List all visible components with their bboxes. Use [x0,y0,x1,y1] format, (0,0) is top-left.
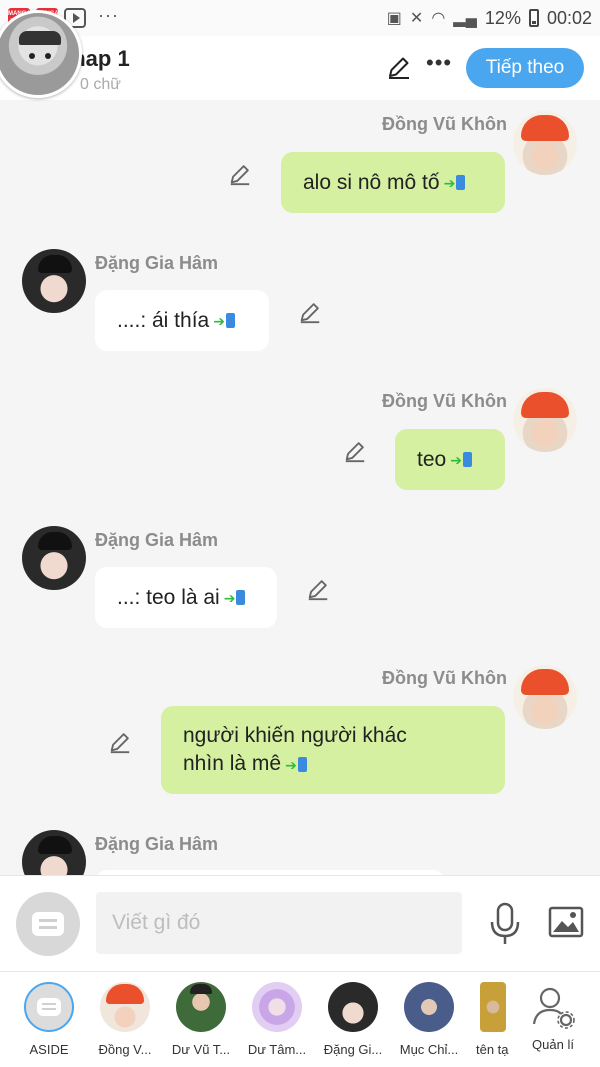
character-label: tên tạ [476,1042,509,1057]
manage-user-icon [532,987,575,1029]
character-label: Đặng Gi... [323,1042,383,1057]
avatar-dang-gia-ham[interactable] [22,526,86,590]
character-label: Quản lí [532,1037,574,1052]
arrow-phone-emoji: ➔ [450,446,472,474]
character-avatar [24,982,74,1032]
message-bubble[interactable]: ...: teo là ai ➔ [95,567,277,628]
character-avatar [328,982,378,1032]
sender-name: Đồng Vũ Khôn [382,668,507,688]
arrow-phone-emoji: ➔ [285,751,307,779]
character-avatar [480,982,506,1032]
message-text: ....: ái thía [117,308,210,332]
arrow-phone-emoji: ➔ [213,307,235,335]
sender-name: Đặng Gia Hâm [95,530,219,550]
pencil-icon[interactable] [108,730,132,754]
message-bubble[interactable]: người khiến người khác nhìn là mê ➔ [161,706,505,794]
word-count: 0 chữ [80,76,121,93]
wifi-icon: ◠ [431,10,446,27]
compose-icon [32,912,64,936]
system-status: ▣ ✕ ◠ ▂▄ 12% 00:02 [387,8,592,29]
character-label: Dư Tâm... [247,1042,307,1057]
manage-characters-button[interactable]: Quản lí [518,982,588,1052]
pencil-icon[interactable] [228,162,252,186]
compose-mode-button[interactable] [16,892,80,956]
character-avatar [252,982,302,1032]
pencil-icon[interactable] [298,300,322,324]
message-text-line: nhìn là mê [183,751,282,775]
character-item[interactable]: Dư Vũ T... [166,982,236,1057]
message-bubble[interactable]: teo ➔ [395,429,505,490]
battery-icon [528,9,539,27]
avatar-dong-vu-khon[interactable] [513,388,577,452]
character-label: ASIDE [29,1042,69,1057]
character-avatar [176,982,226,1032]
signal-icon: ▂▄ [453,10,477,27]
sender-name: Đồng Vũ Khôn [382,391,507,411]
battery-percent: 12% [484,7,521,28]
avatar-dang-gia-ham[interactable] [22,830,86,875]
message-text: teo [417,447,447,471]
character-item[interactable]: Mục Chỉ... [394,982,464,1057]
message-text: alo si nô mô tố [303,170,440,194]
message-text-line: người khiến người khác [183,723,407,747]
character-avatar [100,982,150,1032]
compose-bar [0,875,600,971]
chat-area[interactable]: Đồng Vũ Khôn alo si nô mô tố ➔ Đặng Gia … [0,100,600,875]
pencil-icon[interactable] [306,577,330,601]
character-label: Dư Vũ T... [171,1042,231,1057]
sender-name: Đồng Vũ Khôn [382,114,507,134]
compose-icon [37,998,61,1016]
battery-saver-icon: ▣ [386,10,402,27]
character-aside[interactable]: ASIDE [14,982,84,1057]
chapter-header: chap 1 0 chữ ••• Tiếp theo [0,36,600,100]
message-input[interactable] [96,892,462,954]
character-item[interactable]: Đặng Gi... [318,982,388,1057]
character-label: Đồng V... [98,1042,152,1057]
more-icon[interactable]: ••• [426,50,452,76]
message-text: ...: teo là ai [117,585,220,609]
arrow-phone-emoji: ➔ [444,169,466,197]
character-label: Mục Chỉ... [399,1042,459,1057]
image-icon[interactable] [548,906,584,938]
avatar-dong-vu-khon[interactable] [513,111,577,175]
character-item[interactable]: Dư Tâm... [242,982,312,1057]
pencil-icon[interactable] [343,439,367,463]
avatar-dang-gia-ham[interactable] [22,249,86,313]
clock: 00:02 [546,7,592,28]
message-bubble[interactable]: ....: ái thía ➔ [95,290,269,351]
next-button[interactable]: Tiếp theo [466,48,584,88]
pencil-icon[interactable] [386,54,412,80]
character-item[interactable]: tên tạ [460,982,520,1057]
sender-name: Đặng Gia Hâm [95,253,219,273]
mute-icon: ✕ [409,10,424,27]
status-bar: MANGA TOON MANGA TOON ··· ▣ ✕ ◠ ▂▄ 12% 0… [0,0,600,36]
mic-icon[interactable] [488,902,522,946]
character-bar: ASIDE Đồng V... Dư Vũ T... Dư Tâm... Đặn… [0,971,600,1067]
more-notifications-icon: ··· [98,4,119,25]
arrow-phone-emoji: ➔ [224,584,246,612]
character-item[interactable]: Đồng V... [90,982,160,1057]
character-avatar [404,982,454,1032]
message-bubble[interactable]: alo si nô mô tố ➔ [281,152,505,213]
avatar-dong-vu-khon[interactable] [513,665,577,729]
sender-name: Đặng Gia Hâm [95,834,219,854]
